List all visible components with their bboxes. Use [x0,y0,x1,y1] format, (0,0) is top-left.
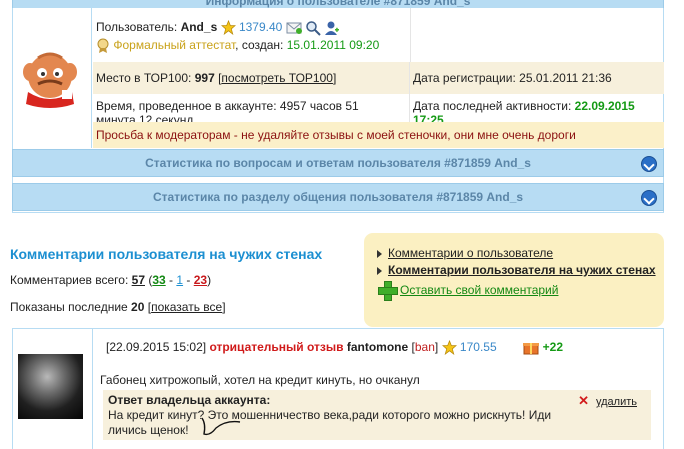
divider [409,62,410,94]
user-label: Пользователь: [96,20,178,34]
positive-count-link[interactable]: 33 [152,273,165,287]
negative-count-link[interactable]: 23 [194,273,207,287]
section-title: Комментарии пользователя на чужих стенах [10,246,323,262]
author-rating: 170.55 [459,340,497,354]
shown-label: Показаны последние [10,300,128,314]
questions-stats-label: Статистика по вопросам и ответам пользов… [145,156,531,170]
handwritten-scribble [201,417,241,436]
plus-icon [378,281,398,301]
status-line: Формальный аттестат, создан: 15.01.2011 … [96,36,410,54]
mail-icon[interactable] [286,21,302,35]
comment-text: Габонец хитрожопый, хотел на кредит кину… [100,373,420,387]
menu-item-about-user[interactable]: Комментарии о пользователе [376,247,664,260]
profile-avatar-column [13,8,92,148]
comment-timestamp: [22.09.2015 15:02] [106,340,207,354]
top100-cell: Место в ТОР100: 997 [посмотреть ТОР100] [96,71,337,85]
comments-menu: Комментарии о пользователе Комментарии п… [364,233,664,327]
leave-comment-link[interactable]: Оставить свой комментарий [400,283,558,297]
owner-reply: Ответ владельца аккаунта: На кредит кину… [103,390,651,440]
created-label: , создан: [235,38,284,52]
menu-item-about-user-link[interactable]: Комментарии о пользователе [388,246,553,260]
comment-header: [22.09.2015 15:02] отрицательный отзыв f… [106,340,564,356]
star-icon [220,20,236,36]
shown-line: Показаны последние 20 [показать все] [10,300,226,314]
shown-count: 20 [131,300,145,314]
communication-stats-bar[interactable]: Статистика по разделу общения пользовате… [12,183,664,211]
user-info-cell: Пользователь: And_s 1379.40 Формальный а… [93,8,411,62]
communication-stats-label: Статистика по разделу общения пользовате… [152,190,524,204]
commenter-avatar[interactable] [18,354,83,419]
reply-title: Ответ владельца аккаунта: [108,393,271,407]
expand-down-icon[interactable] [641,156,657,172]
user-avatar [23,52,77,108]
comment-type: отрицательный отзыв [209,340,344,354]
comment-avatar-column [13,329,93,449]
search-icon[interactable] [305,20,321,36]
certificate-icon [97,38,109,54]
place-value: 997 [194,71,215,85]
user-rating: 1379.40 [238,20,283,34]
show-all-link[interactable]: показать все [151,300,222,314]
profile-header-strip: Информация о пользователе #871859 And_s [12,0,664,8]
reply-text: На кредит кинут? Это мошенничество века,… [108,408,552,437]
total-label: Комментариев всего: [10,273,129,287]
delete-icon[interactable]: ✕ [578,394,589,407]
username-line: Пользователь: And_s 1379.40 [96,18,410,36]
add-friend-icon[interactable] [324,20,340,36]
plus-score: +22 [542,340,564,354]
comment-author[interactable]: fantomone [347,340,408,354]
registration-label: Дата регистрации: [413,71,516,85]
menu-item-user-comments[interactable]: Комментарии пользователя на чужих стенах [376,264,664,277]
leave-comment[interactable]: Оставить свой комментарий [376,281,664,301]
view-top100-link[interactable]: посмотреть ТОР100 [221,71,333,85]
questions-stats-bar[interactable]: Статистика по вопросам и ответам пользов… [12,149,664,177]
gift-icon [523,343,540,355]
menu-item-user-comments-link[interactable]: Комментарии пользователя на чужих стенах [388,263,656,277]
created-date: 15.01.2011 09:20 [286,38,380,52]
moderator-request: Просьба к модераторам - не удаляйте отзы… [93,122,664,148]
expand-down-icon[interactable] [641,190,657,206]
username[interactable]: And_s [181,20,218,34]
certificate-status: Формальный аттестат [113,38,236,52]
comment-count-line: Комментариев всего: 57 (33 - 1 - 23) [10,273,212,287]
comment-item: [22.09.2015 15:02] отрицательный отзыв f… [12,328,664,449]
neutral-count-link[interactable]: 1 [176,273,183,287]
registration-cell: Дата регистрации: 25.01.2011 21:36 [413,62,663,94]
last-activity-label: Дата последней активности: [413,99,572,113]
total-count-link[interactable]: 57 [132,273,145,287]
star-icon [441,340,457,356]
ban-link[interactable]: ban [415,340,435,354]
delete-reply-link[interactable]: удалить [596,395,637,410]
registration-date: 25.01.2011 21:36 [519,71,612,85]
place-label: Место в ТОР100: [96,71,192,85]
top100-row: Место в ТОР100: 997 [посмотреть ТОР100] … [93,62,664,94]
